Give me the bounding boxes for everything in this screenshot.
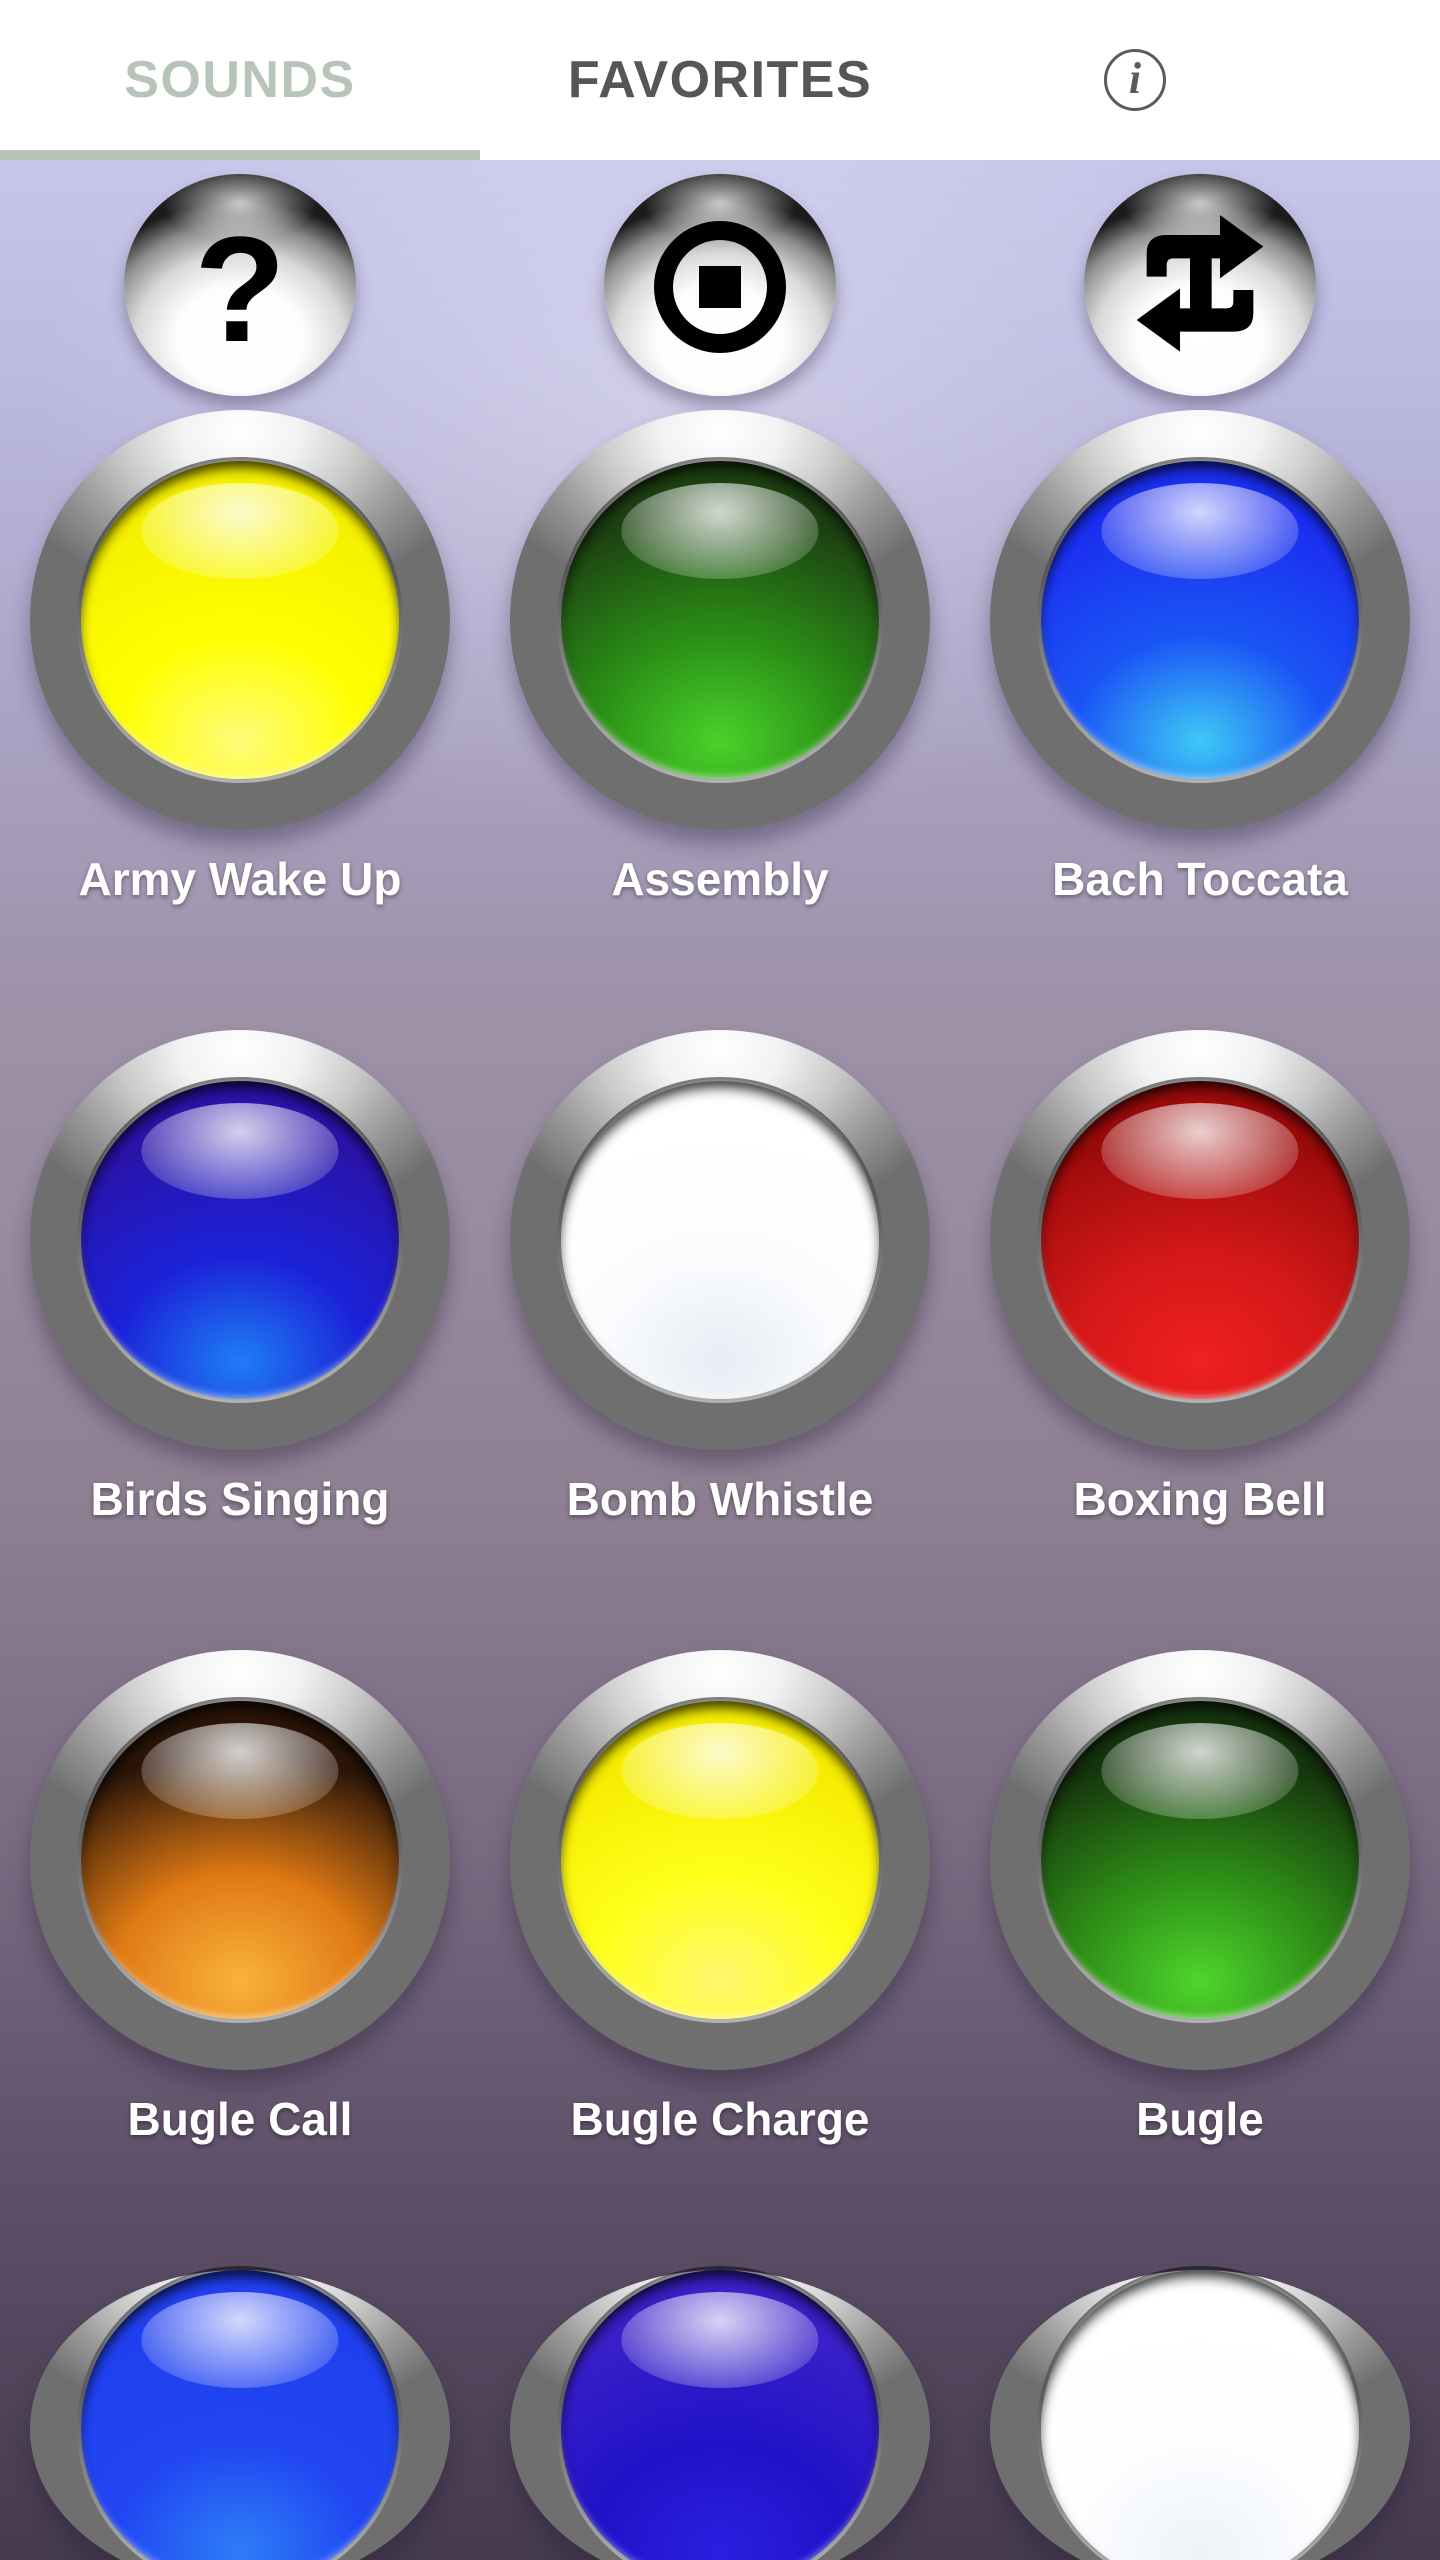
sound-button-dome <box>81 1701 399 2019</box>
sound-label: Bugle Call <box>127 2093 353 2145</box>
sound-label: Bach Toccata <box>1052 853 1348 905</box>
question-mark-icon: ? <box>124 174 356 396</box>
sound-grid-row: Army Wake Up Assembly Bach Toccata <box>0 410 1440 1030</box>
sound-label: Boxing Bell <box>1073 1473 1327 1525</box>
sound-button[interactable] <box>30 1650 450 2070</box>
info-icon: i <box>1104 49 1166 111</box>
sound-grid-row: Birds Singing Bomb Whistle Boxing Bell <box>0 1030 1440 1650</box>
sound-item-bach-toccata[interactable]: Bach Toccata <box>960 410 1440 1030</box>
sound-button[interactable] <box>990 410 1410 830</box>
sound-item-assembly[interactable]: Assembly <box>480 410 960 1030</box>
sound-item-partial-2[interactable] <box>480 2270 960 2560</box>
tab-sounds[interactable]: SOUNDS <box>0 0 480 160</box>
sound-label: Bugle Charge <box>570 2093 870 2145</box>
sound-button-dome <box>561 461 879 779</box>
sound-label: Army Wake Up <box>78 853 402 905</box>
sound-item-birds-singing[interactable]: Birds Singing <box>0 1030 480 1650</box>
sound-item-bugle-call[interactable]: Bugle Call <box>0 1650 480 2270</box>
sound-label: Bugle <box>1136 2093 1264 2145</box>
stop-icon <box>604 174 836 396</box>
help-button[interactable]: ? <box>124 174 356 396</box>
sound-item-partial-3[interactable] <box>960 2270 1440 2560</box>
stop-button[interactable] <box>604 174 836 396</box>
sound-button[interactable] <box>990 1030 1410 1450</box>
tab-selection-indicator <box>0 150 480 160</box>
tab-sounds-label: SOUNDS <box>124 51 356 109</box>
sound-button[interactable] <box>30 410 450 830</box>
sound-button-dome <box>1041 2270 1359 2560</box>
sound-label: Birds Singing <box>90 1473 390 1525</box>
sound-button-dome <box>81 1081 399 1399</box>
repeat-one-icon <box>1084 174 1316 396</box>
sound-button[interactable] <box>510 1030 930 1450</box>
sound-label: Bomb Whistle <box>566 1473 874 1525</box>
sound-button[interactable] <box>510 2270 930 2560</box>
sound-button-dome <box>81 461 399 779</box>
sound-button[interactable] <box>990 2270 1410 2560</box>
sound-item-partial-1[interactable] <box>0 2270 480 2560</box>
stop-icon-ring <box>654 221 786 353</box>
sound-item-boxing-bell[interactable]: Boxing Bell <box>960 1030 1440 1650</box>
sound-button-dome <box>1041 1701 1359 2019</box>
sound-item-bugle-charge[interactable]: Bugle Charge <box>480 1650 960 2270</box>
sound-label: Assembly <box>611 853 829 905</box>
info-button[interactable]: i <box>960 0 1440 160</box>
sound-button-dome <box>1041 461 1359 779</box>
sound-button[interactable] <box>510 410 930 830</box>
sound-button[interactable] <box>510 1650 930 2070</box>
tab-bar: SOUNDS FAVORITES i <box>0 0 1440 160</box>
sound-button-dome <box>561 1701 879 2019</box>
sound-button[interactable] <box>30 2270 450 2560</box>
sound-button[interactable] <box>30 1030 450 1450</box>
info-icon-glyph: i <box>1128 53 1142 103</box>
sound-item-bugle[interactable]: Bugle <box>960 1650 1440 2270</box>
sound-grid-row <box>0 2270 1440 2560</box>
sound-grid: Army Wake Up Assembly Bach Toccata Birds… <box>0 410 1440 2560</box>
sound-button-dome <box>561 1081 879 1399</box>
sound-button-dome <box>561 2270 879 2560</box>
repeat-button[interactable] <box>1084 174 1316 396</box>
sound-button[interactable] <box>990 1650 1410 2070</box>
sound-grid-row: Bugle Call Bugle Charge Bugle <box>0 1650 1440 2270</box>
stop-icon-square <box>699 266 741 308</box>
tab-favorites-label: FAVORITES <box>567 51 873 109</box>
sound-button-dome <box>1041 1081 1359 1399</box>
sounds-panel: ? Army Wake Up Assembly Bach Toccata Bir… <box>0 160 1440 2560</box>
sound-item-army-wake-up[interactable]: Army Wake Up <box>0 410 480 1030</box>
sound-item-bomb-whistle[interactable]: Bomb Whistle <box>480 1030 960 1650</box>
sound-button-dome <box>81 2270 399 2560</box>
question-mark-glyph: ? <box>194 205 286 373</box>
control-button-row: ? <box>0 170 1440 400</box>
tab-favorites[interactable]: FAVORITES <box>480 0 960 160</box>
